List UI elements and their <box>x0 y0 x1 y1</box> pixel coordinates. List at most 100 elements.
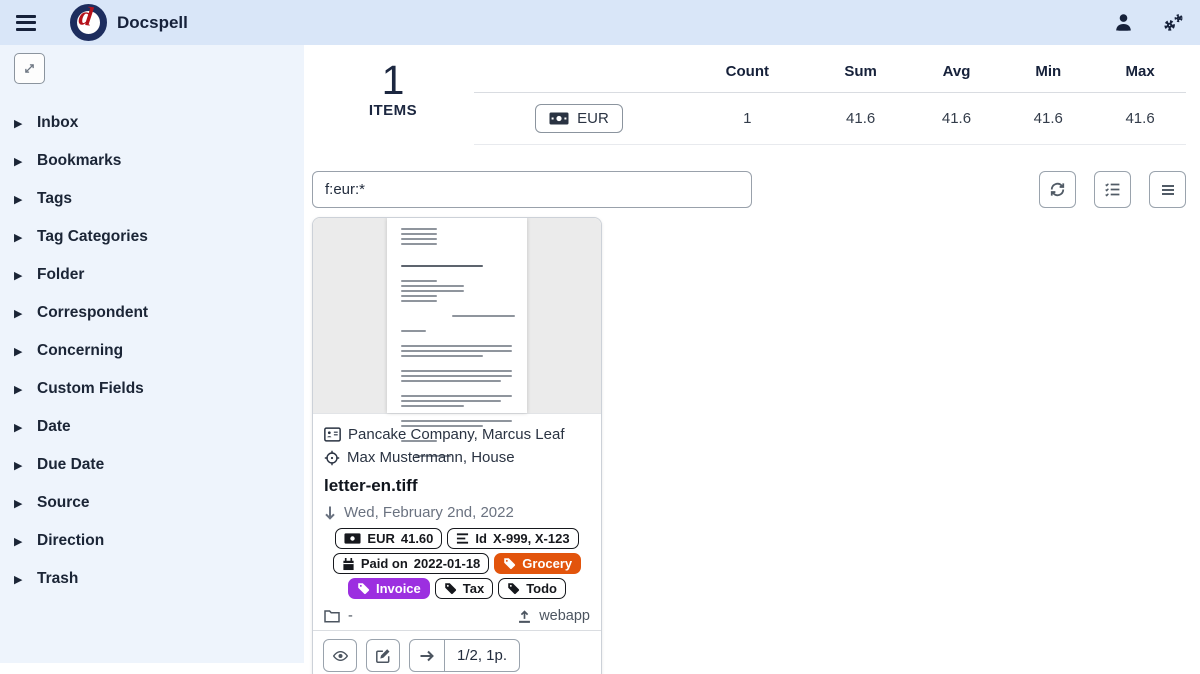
table-row: EUR 1 41.6 41.6 41.6 41.6 <box>474 93 1186 145</box>
max-column-header: Max <box>1094 55 1186 93</box>
caret-right-icon: ▶ <box>14 155 24 168</box>
sum-column-header: Sum <box>811 55 911 93</box>
item-card: Pancake Company, Marcus Leaf Max Musterm… <box>312 217 602 674</box>
concerning-row: Max Mustermann, House <box>324 446 590 469</box>
top-navbar: d Docspell <box>0 0 1200 45</box>
caret-right-icon: ▶ <box>14 459 24 472</box>
search-input[interactable] <box>312 171 752 208</box>
logo-letter: d <box>77 0 95 33</box>
search-stats: 1 ITEMS Count Sum Avg Min Max <box>312 55 1186 145</box>
currency-filter-button[interactable]: EUR <box>535 104 623 133</box>
search-filter-list: ▶Inbox ▶Bookmarks ▶Tags ▶Tag Categories … <box>14 104 304 598</box>
tag-badge-invoice[interactable]: Invoice <box>348 578 430 599</box>
sidebar-item-concerning[interactable]: ▶Concerning <box>14 332 304 370</box>
folder-value: - <box>348 608 353 624</box>
item-badges: EUR 41.60 Id X-999, X-123 <box>324 528 590 599</box>
currency-column-header <box>474 55 684 93</box>
money-bill-icon <box>344 533 361 544</box>
user-menu-button[interactable] <box>1113 12 1134 33</box>
caret-right-icon: ▶ <box>14 497 24 510</box>
calendar-icon <box>342 557 355 571</box>
min-column-header: Min <box>1002 55 1094 93</box>
sidebar-item-folder[interactable]: ▶Folder <box>14 256 304 294</box>
sidebar: ▶Inbox ▶Bookmarks ▶Tags ▶Tag Categories … <box>0 45 304 663</box>
paid-on-badge: Paid on 2022-01-18 <box>333 553 489 574</box>
sidebar-item-tag-categories[interactable]: ▶Tag Categories <box>14 218 304 256</box>
address-card-icon <box>324 427 341 442</box>
main-content: 1 ITEMS Count Sum Avg Min Max <box>304 45 1200 674</box>
caret-right-icon: ▶ <box>14 117 24 130</box>
sidebar-item-custom-fields[interactable]: ▶Custom Fields <box>14 370 304 408</box>
settings-button[interactable] <box>1160 12 1184 34</box>
collapse-sidebar-button[interactable] <box>14 53 45 84</box>
caret-right-icon: ▶ <box>14 573 24 586</box>
caret-right-icon: ▶ <box>14 231 24 244</box>
crosshairs-icon <box>324 450 340 466</box>
correspondent-value: Pancake Company, Marcus Leaf <box>348 423 565 446</box>
preview-button[interactable] <box>323 639 357 672</box>
currency-stats-table: Count Sum Avg Min Max <box>474 55 1186 145</box>
item-count: 1 <box>312 59 474 102</box>
caret-right-icon: ▶ <box>14 535 24 548</box>
open-detail-button[interactable]: 1/2, 1p. <box>409 639 520 672</box>
stat-count-value: 1 <box>684 93 811 145</box>
tag-badge-tax[interactable]: Tax <box>435 578 493 599</box>
user-icon <box>1113 12 1134 33</box>
document-page-preview <box>387 218 527 413</box>
arrow-right-icon <box>410 640 444 671</box>
caret-right-icon: ▶ <box>14 345 24 358</box>
select-mode-button[interactable] <box>1094 171 1131 208</box>
eye-icon <box>332 649 349 663</box>
sidebar-item-date[interactable]: ▶Date <box>14 408 304 446</box>
app-title: Docspell <box>117 13 188 33</box>
source-value: webapp <box>539 608 590 624</box>
menu-icon[interactable] <box>16 12 42 34</box>
currency-label: EUR <box>577 110 609 127</box>
stat-min-value: 41.6 <box>1002 93 1094 145</box>
caret-right-icon: ▶ <box>14 307 24 320</box>
sidebar-item-inbox[interactable]: ▶Inbox <box>14 104 304 142</box>
caret-right-icon: ▶ <box>14 193 24 206</box>
stat-sum-value: 41.6 <box>811 93 911 145</box>
attachment-page-count: 1/2, 1p. <box>444 640 519 671</box>
upload-icon <box>517 609 532 624</box>
expand-arrows-icon <box>23 62 36 75</box>
sidebar-item-correspondent[interactable]: ▶Correspondent <box>14 294 304 332</box>
caret-right-icon: ▶ <box>14 269 24 282</box>
item-name[interactable]: letter-en.tiff <box>324 476 590 496</box>
app-logo: d <box>70 4 107 41</box>
document-thumbnail[interactable] <box>313 218 601 414</box>
card-actions: 1/2, 1p. <box>313 630 601 674</box>
item-date: Wed, February 2nd, 2022 <box>344 504 514 521</box>
concerning-value: Max Mustermann, House <box>347 446 515 469</box>
sidebar-item-direction[interactable]: ▶Direction <box>14 522 304 560</box>
refresh-button[interactable] <box>1039 171 1076 208</box>
amount-badge: EUR 41.60 <box>335 528 442 549</box>
sidebar-item-tags[interactable]: ▶Tags <box>14 180 304 218</box>
sidebar-item-due-date[interactable]: ▶Due Date <box>14 446 304 484</box>
correspondent-row: Pancake Company, Marcus Leaf <box>324 423 590 446</box>
tag-badge-todo[interactable]: Todo <box>498 578 566 599</box>
item-footer-row: - webapp <box>324 608 590 624</box>
sidebar-item-bookmarks[interactable]: ▶Bookmarks <box>14 142 304 180</box>
tag-icon <box>444 582 457 595</box>
caret-right-icon: ▶ <box>14 383 24 396</box>
arrow-down-icon <box>324 505 336 520</box>
sync-icon <box>1049 181 1066 198</box>
tag-badge-grocery[interactable]: Grocery <box>494 553 581 574</box>
gear-icon <box>1160 12 1184 34</box>
avg-column-header: Avg <box>911 55 1003 93</box>
folder-icon <box>324 609 340 623</box>
item-date-row: Wed, February 2nd, 2022 <box>324 504 590 521</box>
tasks-list-icon <box>1104 181 1121 198</box>
tag-icon <box>507 582 520 595</box>
view-menu-button[interactable] <box>1149 171 1186 208</box>
sidebar-item-trash[interactable]: ▶Trash <box>14 560 304 598</box>
edit-button[interactable] <box>366 639 400 672</box>
stat-avg-value: 41.6 <box>911 93 1003 145</box>
sidebar-item-source[interactable]: ▶Source <box>14 484 304 522</box>
item-count-label: ITEMS <box>312 102 474 119</box>
stream-lines-icon <box>456 532 469 545</box>
search-bar <box>312 171 1186 208</box>
bars-icon <box>1160 182 1176 198</box>
